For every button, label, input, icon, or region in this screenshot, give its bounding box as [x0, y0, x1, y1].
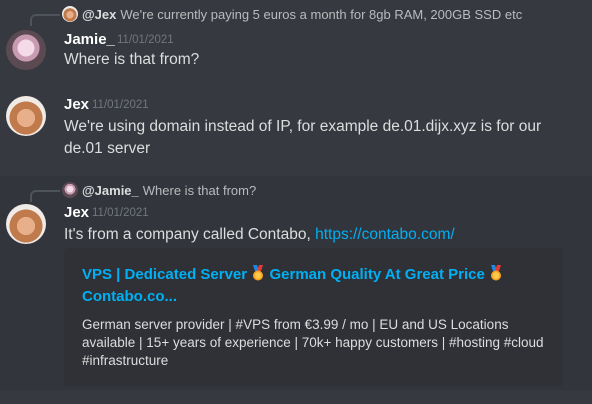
reply-text: We're currently paying 5 euros a month f… — [120, 6, 523, 22]
embed-description: German server provider | #VPS from €3.99… — [82, 317, 544, 368]
message-text-prefix: It's from a company called Contabo, — [64, 226, 316, 243]
author-name[interactable]: Jex — [64, 96, 89, 113]
avatar[interactable] — [6, 96, 46, 136]
message-2: Jex 11/01/2021 We're using domain instea… — [0, 80, 592, 170]
reply-connector — [30, 14, 60, 26]
medal-icon — [491, 265, 501, 281]
message-1: @Jex We're currently paying 5 euros a mo… — [0, 0, 592, 80]
author-name[interactable]: Jex — [64, 204, 89, 221]
link-embed: VPS | Dedicated Server German Quality At… — [64, 248, 563, 386]
reply-preview[interactable]: @Jamie_ Where is that from? — [62, 182, 256, 198]
medal-icon — [253, 265, 264, 281]
message-link[interactable]: https://contabo.com/ — [315, 226, 455, 243]
reply-preview[interactable]: @Jex We're currently paying 5 euros a mo… — [62, 6, 522, 22]
embed-title-part1[interactable]: VPS | Dedicated Server — [82, 266, 247, 283]
embed-title-part3[interactable]: Contabo.co... — [82, 288, 177, 305]
timestamp: 11/01/2021 — [92, 207, 149, 219]
message-text: It's from a company called Contabo, http… — [64, 224, 564, 246]
reply-avatar — [62, 182, 78, 198]
message-text: Where is that from? — [64, 51, 200, 68]
reply-mention[interactable]: @Jex — [82, 7, 116, 22]
reply-avatar — [62, 6, 78, 22]
reply-connector — [30, 190, 60, 202]
message-text: We're using domain instead of IP, for ex… — [64, 118, 542, 157]
timestamp: 11/01/2021 — [92, 99, 149, 111]
embed-title-part2[interactable]: German Quality At Great Price — [269, 266, 484, 283]
reply-text: Where is that from? — [142, 182, 257, 198]
avatar[interactable] — [6, 30, 46, 70]
embed-title[interactable]: VPS | Dedicated Server German Quality At… — [82, 264, 552, 308]
author-name[interactable]: Jamie_ — [64, 31, 115, 48]
reply-mention[interactable]: @Jamie_ — [82, 183, 139, 198]
timestamp: 11/01/2021 — [117, 34, 174, 46]
avatar[interactable] — [6, 204, 46, 244]
